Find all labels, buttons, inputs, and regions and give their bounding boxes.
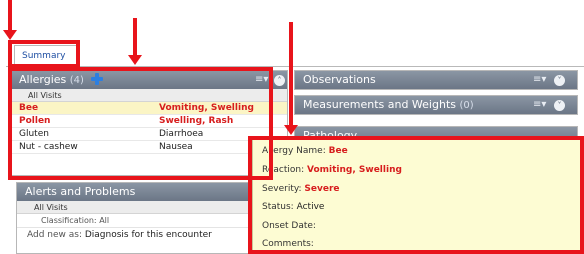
table-row[interactable]: Nut - cashew Nausea xyxy=(11,141,287,154)
allergy-name: Gluten xyxy=(19,129,49,139)
popup-status: Status: Active xyxy=(262,202,325,212)
alerts-title: Alerts and Problems xyxy=(25,185,136,198)
table-row[interactable]: Gluten Diarrhoea xyxy=(11,128,287,141)
annotation-arrow-popup xyxy=(284,22,298,135)
allergy-detail-popup: Allergy Name: Bee Reaction: Vomiting, Sw… xyxy=(252,138,584,254)
measurements-count: (0) xyxy=(459,100,474,111)
annotation-arrow-tab xyxy=(3,0,17,40)
menu-dropdown-icon[interactable]: ≡▾ xyxy=(255,74,269,86)
expand-icon[interactable]: ˅ xyxy=(554,75,565,86)
tab-strip: Summary xyxy=(6,42,584,67)
popup-reaction: Reaction: Vomiting, Swelling xyxy=(262,165,402,175)
allergy-reaction: Vomiting, Swelling xyxy=(159,103,254,113)
allergy-name: Bee xyxy=(19,103,39,113)
add-new-row: Add new as: Diagnosis for this encounter xyxy=(17,228,265,242)
popup-onset-date: Onset Date: xyxy=(262,221,316,231)
measurements-panel: Measurements and Weights (0) ≡▾ ˅ xyxy=(294,95,578,115)
observations-panel: Observations ≡▾ ˅ xyxy=(294,70,578,90)
menu-dropdown-icon[interactable]: ≡▾ xyxy=(533,99,547,111)
collapse-icon[interactable]: ˄ xyxy=(274,75,285,86)
popup-comments: Comments: xyxy=(262,239,314,249)
popup-severity: Severity: Severe xyxy=(262,184,340,194)
allergy-reaction: Diarrhoea xyxy=(159,129,204,139)
alerts-filter[interactable]: All Visits xyxy=(17,201,265,214)
add-new-value[interactable]: Diagnosis for this encounter xyxy=(85,230,212,240)
alerts-header: Alerts and Problems xyxy=(17,183,265,201)
expand-icon[interactable]: ˅ xyxy=(554,100,565,111)
classification-label: Classification: xyxy=(41,216,97,225)
allergies-title: Allergies xyxy=(19,73,67,86)
annotation-arrow-allergies xyxy=(128,18,142,65)
tab-summary[interactable]: Summary xyxy=(14,45,80,67)
measurements-title: Measurements and Weights xyxy=(303,98,456,111)
allergy-reaction: Swelling, Rash xyxy=(159,116,234,126)
classification-value[interactable]: All xyxy=(99,216,109,225)
allergy-reaction: Nausea xyxy=(159,142,193,152)
table-row[interactable]: Pollen Swelling, Rash xyxy=(11,115,287,128)
add-new-label: Add new as: xyxy=(27,230,82,240)
alerts-panel: Alerts and Problems All Visits Classific… xyxy=(16,182,266,254)
observations-title: Observations xyxy=(303,73,376,86)
allergies-header: Allergies (4) ≡▾ ˄ xyxy=(11,71,287,89)
plus-icon[interactable] xyxy=(91,73,104,85)
allergy-name: Nut - cashew xyxy=(19,142,78,152)
popup-allergy-name: Allergy Name: Bee xyxy=(262,146,348,156)
allergies-count: (4) xyxy=(69,75,84,86)
allergies-panel: Allergies (4) ≡▾ ˄ All Visits Bee Vomiti… xyxy=(10,70,288,176)
observations-header[interactable]: Observations ≡▾ ˅ xyxy=(295,71,577,89)
menu-dropdown-icon[interactable]: ≡▾ xyxy=(533,74,547,86)
measurements-header[interactable]: Measurements and Weights (0) ≡▾ ˅ xyxy=(295,96,577,114)
classification-row: Classification: All xyxy=(17,214,265,228)
table-row[interactable]: Bee Vomiting, Swelling xyxy=(11,102,287,115)
allergies-filter[interactable]: All Visits xyxy=(11,89,287,102)
allergy-name: Pollen xyxy=(19,116,51,126)
